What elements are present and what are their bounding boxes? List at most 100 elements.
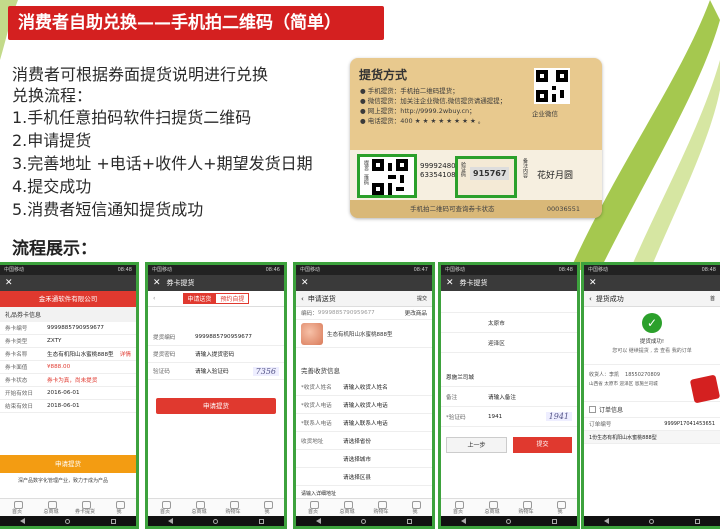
recents-icon[interactable] [551,518,557,524]
success-check-icon: ✓ [642,313,662,333]
header-title: 券卡提货 [166,279,195,287]
recents-icon[interactable] [110,518,116,524]
change-product-link[interactable]: 更改商品 [405,309,427,317]
apply-pickup-button[interactable]: 申请提货 [0,455,136,473]
app-header: ✕ [296,275,432,291]
peach-image [301,322,323,345]
sub-header-title: 提货成功 [595,294,624,303]
district-select[interactable]: 请选择区县 [343,473,427,481]
home-icon[interactable] [649,518,655,524]
recents-icon[interactable] [258,518,264,524]
app-header: ✕ 券卡提货 [441,275,577,291]
verify-code-box: 验证码 915767 [455,156,517,198]
back-icon[interactable] [316,518,322,524]
slide-title: 消费者自助兑换——手机拍二维码（简单） [8,6,384,40]
card-line: ● 微信提货：加关注企业微信,微信提货请通提提； [360,97,507,105]
tab-bar: 首页 总商城 购物车 我 [148,498,284,516]
success-block: ✓ 提货成功! 您可以 继续提货 , 去 查看 我的订单 [584,307,720,354]
tab-me[interactable]: 我 [250,499,284,516]
city-select[interactable]: 太原市 [488,319,572,327]
back-icon[interactable] [168,518,174,524]
tab-mall[interactable]: 总商城 [34,499,68,516]
address-field[interactable]: 请输入详细地址 [301,490,427,497]
district-select[interactable]: 迎泽区 [488,339,572,347]
info-row: 券卡状态 券卡为真，尚未提货 [0,374,136,387]
password-field[interactable]: 请输入提货密码 [195,350,279,358]
back-chevron-icon[interactable]: ‹ [301,295,304,303]
close-icon[interactable]: ✕ [5,278,13,288]
tab-mall[interactable]: 总商城 [182,499,216,516]
back-chevron-icon[interactable]: ‹ [153,295,155,302]
tab-home[interactable]: 首页 [441,499,475,516]
recents-icon[interactable] [694,518,700,524]
form-row: 请选择城市 [296,450,432,468]
close-icon[interactable]: ✕ [446,278,454,288]
product-row: 生态有机阳山水蜜桃888型 [296,320,432,348]
apply-pickup-button[interactable]: 申请提货 [156,398,276,414]
close-icon[interactable]: ✕ [301,278,309,288]
status-bar: 中国移动 08:48 [584,265,720,275]
home-icon[interactable] [361,518,367,524]
back-icon[interactable] [604,518,610,524]
receiver-phone-field[interactable]: 请输入收货人电话 [343,401,427,409]
tab-me[interactable]: 我 [543,499,577,516]
tab-mall[interactable]: 总商城 [330,499,364,516]
success-links[interactable]: 您可以 继续提货 , 去 查看 我的订单 [584,347,720,354]
card-line: ● 网上提货：http://9999.2wbuy.cn； [360,107,476,115]
red-envelope-icon [689,374,720,404]
intro-text-block: 消费者可根据券面提货说明进行兑换 兑换流程： 1.手机任意拍码软件扫提货二维码 … [12,64,342,221]
sub-header-title: 申请送货 [307,294,336,303]
submit-link[interactable]: 提交 [417,295,427,302]
tab-self-pickup[interactable]: 预约自提 [215,293,250,304]
close-icon[interactable]: ✕ [589,278,597,288]
tab-cart[interactable]: 购物车 [216,499,250,516]
status-bar: 中国移动 08:47 [296,265,432,275]
slide: { "title": "消费者自助兑换——手机拍二维码（简单）", "intro… [0,0,720,529]
tab-cart[interactable]: 购物车 [509,499,543,516]
android-nav-bar [296,516,432,526]
receiver-name-field[interactable]: 请输入收货人姓名 [343,383,427,391]
android-nav-bar [441,516,577,526]
remark-field[interactable]: 请输入备注 [488,393,572,401]
captcha-field[interactable]: 请输入验证码 [195,367,253,375]
back-icon[interactable] [461,518,467,524]
android-nav-bar [584,516,720,526]
close-icon[interactable]: ✕ [153,278,161,288]
captcha-image[interactable]: 7356 [252,366,279,376]
tab-home[interactable]: 首页 [0,499,34,516]
tab-me[interactable]: 我 [398,499,432,516]
form-row: 提货编码 9999885790959677 [148,329,284,346]
tab-home[interactable]: 首页 [148,499,182,516]
submit-button[interactable]: 提交 [513,437,572,453]
captcha-field[interactable]: 1941 [488,414,546,420]
captcha-image[interactable]: 1941 [545,412,572,421]
order-section: 订单信息 [584,401,720,418]
province-select[interactable]: 请选择省份 [343,437,427,445]
home-icon[interactable] [65,518,71,524]
tab-me[interactable]: 我 [102,499,136,516]
tab-deliver[interactable]: 申请送货 [183,293,216,304]
code-field[interactable]: 9999885790959677 [195,334,279,340]
section-title: 完善收货信息 [296,362,432,378]
home-icon[interactable] [506,518,512,524]
step-5: 5.消费者短信通知提货成功 [12,200,204,219]
detail-link[interactable]: 详情 [120,350,131,358]
recents-icon[interactable] [406,518,412,524]
contact-phone-field[interactable]: 请输入联系人电话 [343,419,427,427]
back-icon[interactable] [20,518,26,524]
tab-mall[interactable]: 总商城 [475,499,509,516]
process-label: 兑换流程： [12,86,93,105]
back-chevron-icon[interactable]: ‹ [589,295,592,303]
form-row: 提货密码 请输入提货密码 [148,346,284,363]
step-4: 4.提交成功 [12,177,92,196]
home-link[interactable]: 首 [710,295,715,302]
city-select[interactable]: 请选择城市 [343,455,427,463]
tab-pickup[interactable]: 券卡提货 [68,499,102,516]
prev-step-button[interactable]: 上一步 [446,437,507,453]
tab-home[interactable]: 首页 [296,499,330,516]
info-row: 券卡编号 9999885790959677 [0,322,136,335]
tab-cart[interactable]: 购物车 [364,499,398,516]
app-header: ✕ [0,275,136,291]
home-icon[interactable] [213,518,219,524]
address-field[interactable]: 恩施兰司城 [446,373,572,381]
